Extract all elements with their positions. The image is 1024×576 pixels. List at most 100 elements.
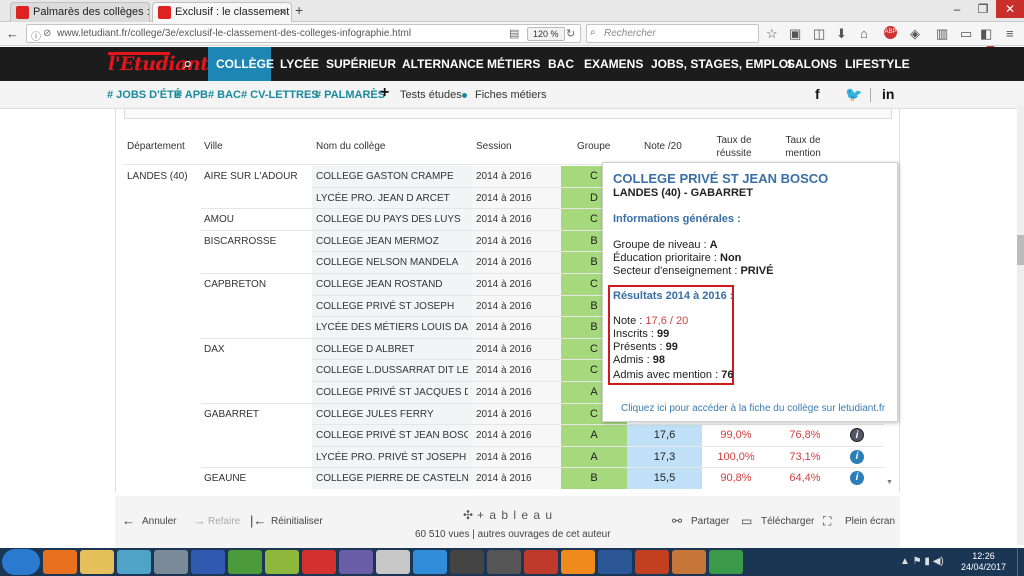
browser-tab-1[interactable]: Palmarès des collèges : qu... [10,2,150,22]
pocket-icon[interactable]: ◫ [813,26,825,42]
app-icon[interactable] [339,550,373,574]
cell-nom[interactable]: COLLEGE NELSON MANDELA [316,252,468,273]
nav-lifestyle[interactable]: LIFESTYLE [845,57,910,71]
site-logo[interactable]: l'Etudiant [108,53,209,75]
nav-college[interactable]: COLLÈGE [216,57,274,71]
nav-superieur[interactable]: SUPÉRIEUR [326,57,396,71]
app-icon[interactable] [228,550,262,574]
page-scrollbar-thumb[interactable] [1017,235,1024,265]
word-icon[interactable] [598,550,632,574]
cell-nom[interactable]: COLLEGE PRIVÉ ST JOSEPH [316,296,468,317]
cell-nom[interactable]: COLLEGE GASTON CRAMPE [316,166,468,187]
app-icon[interactable] [191,550,225,574]
app-icon[interactable] [524,550,558,574]
reload-icon[interactable]: ↻ [566,27,575,40]
info-icon[interactable]: ⓘ [31,28,41,43]
cell-nom[interactable]: LYCÉE PRO. JEAN D ARCET [316,188,468,209]
extension-icon[interactable]: ◈ [910,26,920,42]
download-icon[interactable]: ⬇ [836,26,847,42]
cell-nom[interactable]: COLLEGE JEAN MERMOZ [316,231,468,252]
share-button[interactable]: Partager [691,516,729,527]
tag-jobs-ete[interactable]: # JOBS D'ÉTÉ [107,89,181,101]
cell-nom[interactable]: LYCÉE PRO. PRIVÉ ST JOSEPH [316,447,468,468]
cell-nom[interactable]: LYCÉE DES MÉTIERS LOUIS DAR... [316,317,468,338]
powerpoint-icon[interactable] [635,550,669,574]
zoom-level[interactable]: 120 % [527,27,565,41]
dropbox-icon[interactable] [413,550,447,574]
search-input[interactable]: ⌕ Rechercher [586,24,759,43]
start-button[interactable] [2,549,40,575]
reset-icon[interactable]: |← [250,513,266,528]
restore-icon[interactable]: ❐ [970,0,996,18]
shield-icon[interactable]: ⊘ [43,28,51,39]
cell-nom[interactable]: COLLEGE DU PAYS DES LUYS [316,209,468,230]
scroll-down-icon[interactable]: ▼ [886,479,893,486]
cell-nom[interactable]: COLLEGE PRIVÉ ST JACQUES DE C... [316,382,468,403]
info-icon[interactable]: i [850,471,864,486]
firefox-icon[interactable] [43,550,77,574]
page-scrollbar[interactable] [1017,105,1024,545]
facebook-icon[interactable]: f [815,86,820,102]
nav-alternance[interactable]: ALTERNANCE [402,57,484,71]
nav-examens[interactable]: EXAMENS [584,57,643,71]
tag-apb[interactable]: # APB [176,89,208,101]
app-icon[interactable] [376,550,410,574]
bookmark-star-icon[interactable]: ☆ [766,26,778,42]
tools-icon[interactable]: ▥ [936,26,948,42]
cell-nom[interactable]: COLLEGE JULES FERRY [316,404,468,425]
reset-button[interactable]: Réinitialiser [271,516,323,527]
cell-nom[interactable]: COLLEGE PRIVÉ ST JEAN BOSCO [316,425,468,446]
nav-lycee[interactable]: LYCÉE [280,57,319,71]
explorer-icon[interactable] [80,550,114,574]
tooltip-college-link[interactable]: Cliquez ici pour accéder à la fiche du c… [621,402,885,415]
nav-bac[interactable]: BAC [548,57,574,71]
minimize-icon[interactable]: – [944,0,970,18]
cell-nom[interactable]: COLLEGE JEAN ROSTAND [316,274,468,295]
share-icon[interactable]: ⚯ [672,514,682,528]
redo-button[interactable]: Refaire [208,516,240,527]
download-icon[interactable]: ▭ [741,514,752,528]
app-icon[interactable] [265,550,299,574]
nav-metiers[interactable]: MÉTIERS [487,57,540,71]
info-icon[interactable]: i [850,428,864,443]
cell-nom[interactable]: COLLEGE PIERRE DE CASTELNAU [316,468,468,489]
app-icon[interactable] [672,550,706,574]
linkedin-icon[interactable]: in [882,86,894,102]
close-tab-icon[interactable]: × [279,5,286,19]
app-icon[interactable] [117,550,151,574]
nav-salons[interactable]: SALONS [787,57,837,71]
fullscreen-button[interactable]: Plein écran [845,516,895,527]
vlc-icon[interactable] [561,550,595,574]
redo-icon[interactable]: → [193,513,206,528]
search-icon[interactable]: ⌕ [183,54,193,74]
link-fiches-metiers[interactable]: Fiches métiers [475,89,547,101]
share-icon[interactable]: ▭ [960,26,972,42]
twitter-icon[interactable]: 🐦 [845,86,862,103]
info-icon[interactable]: i [850,449,864,464]
tag-bac[interactable]: # BAC [208,89,241,101]
tableau-brand[interactable]: + a b l e a u [477,508,553,522]
new-tab-button[interactable]: + [295,2,303,18]
cell-nom[interactable]: COLLEGE D ALBRET [316,339,468,360]
download-button[interactable]: Télécharger [761,516,814,527]
url-bar[interactable]: ⓘ ⊘ www.letudiant.fr/college/3e/exclusif… [26,24,581,43]
tag-palmares[interactable]: # PALMARÈS [315,89,385,101]
app-icon[interactable] [154,550,188,574]
cell-nom[interactable]: COLLEGE L.DUSSARRAT DIT LEO... [316,360,468,381]
clock[interactable]: 12:26 24/04/2017 [961,551,1006,573]
fullscreen-icon[interactable]: ⛶ [823,514,831,529]
browser-tab-2[interactable]: Exclusif : le classement 201... × [152,2,292,22]
undo-button[interactable]: Annuler [142,516,176,527]
app-icon[interactable] [487,550,521,574]
tray-icons[interactable]: ▲ ⚑ ▮ ◀) [900,556,944,567]
reading-list-icon[interactable]: ▣ [789,26,801,42]
notifications-icon[interactable]: ◧ [980,26,992,42]
link-tests-etudes[interactable]: Tests études [400,89,462,101]
back-icon[interactable]: ← [6,26,19,42]
app-icon[interactable] [302,550,336,574]
tag-cv-lettres[interactable]: # CV-LETTRES [241,89,319,101]
adblock-icon[interactable]: ABP [884,26,897,39]
nav-jobs[interactable]: JOBS, STAGES, EMPLOI [651,57,791,71]
show-desktop-button[interactable] [1017,548,1024,576]
close-window-icon[interactable]: ✕ [996,0,1024,18]
